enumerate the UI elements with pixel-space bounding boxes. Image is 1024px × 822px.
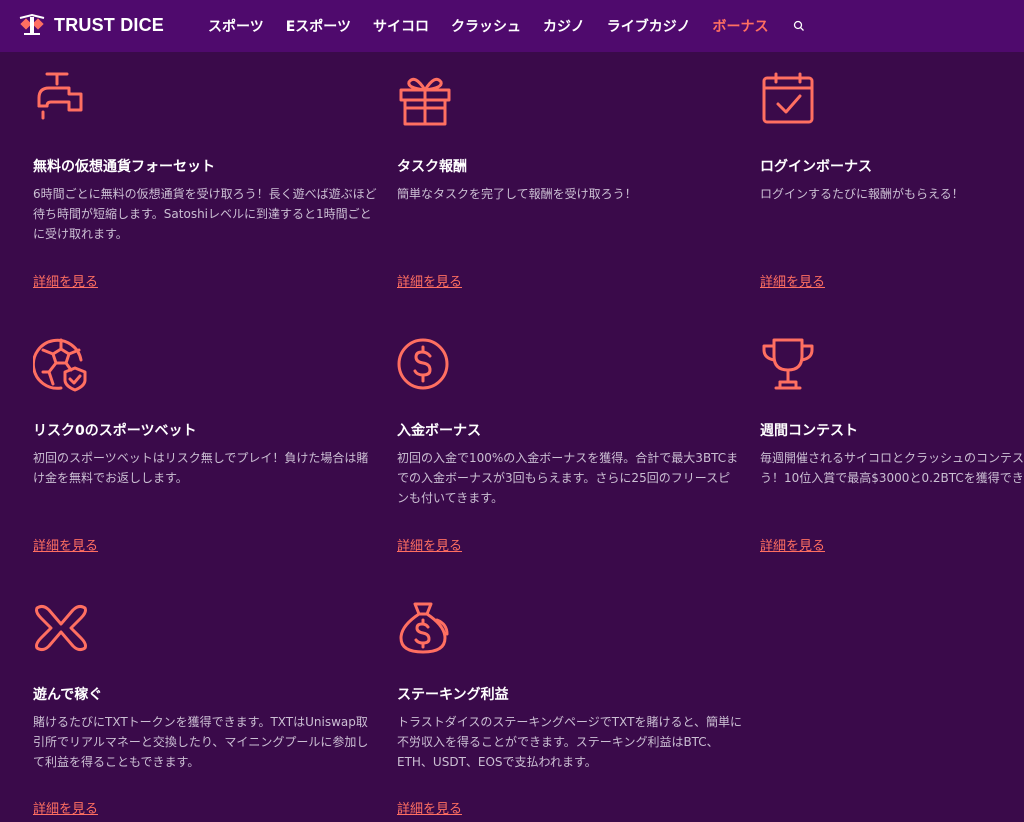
nav-item-crash[interactable]: クラッシュ: [451, 16, 521, 36]
nav-item-dice[interactable]: サイコロ: [373, 16, 429, 36]
card-title: 入金ボーナス: [397, 423, 481, 439]
card-details-link[interactable]: 詳細を見る: [33, 798, 98, 817]
card-details-link[interactable]: 詳細を見る: [33, 271, 98, 290]
dollar-coin-icon: [397, 336, 453, 392]
card-details-link[interactable]: 詳細を見る: [760, 535, 825, 554]
money-bag-icon: [397, 600, 453, 656]
gift-icon: [397, 70, 453, 126]
card-description: トラストダイスのステーキングページでTXTを賭けると、簡単に不労収入を得ることが…: [397, 715, 742, 769]
card-description: 初回のスポーツベットはリスク無しでプレイ！負けた場合は賭け金を無料でお返しします…: [33, 451, 369, 485]
card-title: 週間コンテスト: [760, 423, 858, 439]
soccer-ball-shield-icon: [31, 336, 89, 392]
trustdice-logo[interactable]: TRUST DICE: [16, 10, 164, 40]
card-details-link[interactable]: 詳細を見る: [760, 271, 825, 290]
card-description: 簡単なタスクを完了して報酬を受け取ろう！: [397, 187, 637, 201]
bonus-card-weekly-contest: 週間コンテスト 毎週開催されるサイコロとクラッシュのコンテストに参加しよう！10…: [760, 336, 1024, 566]
card-title: タスク報酬: [397, 159, 467, 175]
logo-text: TRUST DICE: [54, 14, 164, 35]
card-description: 賭けるたびにTXTトークンを獲得できます。TXTはUniswap取引所でリアルマ…: [33, 715, 369, 769]
card-title: 遊んで稼ぐ: [33, 687, 103, 703]
nav-item-bonus[interactable]: ボーナス: [713, 16, 769, 36]
card-description: ログインするたびに報酬がもらえる！: [760, 187, 964, 201]
search-icon[interactable]: [793, 20, 805, 32]
card-description: 6時間ごとに無料の仮想通貨を受け取ろう！長く遊べば遊ぶほど待ち時間が短縮します。…: [33, 187, 377, 241]
card-title: 無料の仮想通貨フォーセット: [33, 159, 215, 175]
card-details-link[interactable]: 詳細を見る: [397, 798, 462, 817]
logo-icon: [19, 13, 45, 35]
card-details-link[interactable]: 詳細を見る: [33, 535, 98, 554]
nav-item-esports[interactable]: Eスポーツ: [286, 16, 351, 36]
txt-token-icon: [33, 600, 89, 656]
nav-item-casino[interactable]: カジノ: [543, 16, 585, 36]
card-title: ログインボーナス: [760, 159, 872, 175]
trophy-icon: [760, 336, 816, 392]
card-title: リスク0のスポーツベット: [33, 423, 197, 439]
card-title: ステーキング利益: [397, 687, 509, 703]
calendar-check-icon: [760, 70, 816, 126]
card-details-link[interactable]: 詳細を見る: [397, 535, 462, 554]
card-description: 毎週開催されるサイコロとクラッシュのコンテストに参加しよう！10位入賞で最高$3…: [760, 451, 1024, 485]
nav-item-live-casino[interactable]: ライブカジノ: [607, 16, 691, 36]
card-details-link[interactable]: 詳細を見る: [397, 271, 462, 290]
card-description: 初回の入金で100%の入金ボーナスを獲得。合計で最大3BTCまでの入金ボーナスが…: [397, 451, 739, 505]
main-nav: スポーツ Eスポーツ サイコロ クラッシュ カジノ ライブカジノ ボーナス: [208, 0, 805, 52]
faucet-icon: [33, 70, 89, 126]
nav-item-sports[interactable]: スポーツ: [208, 16, 264, 36]
top-navigation-bar: TRUST DICE スポーツ Eスポーツ サイコロ クラッシュ カジノ ライブ…: [0, 0, 1024, 52]
